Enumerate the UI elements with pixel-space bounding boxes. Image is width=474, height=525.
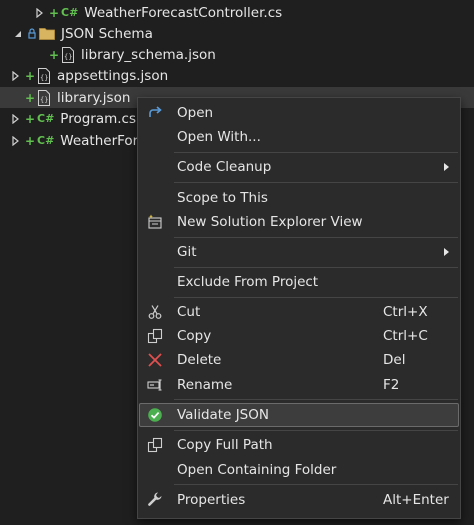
menu-item-cut[interactable]: Cut Ctrl+X (139, 300, 459, 324)
menu-separator (174, 484, 458, 485)
menu-separator (174, 152, 458, 153)
ide-window: + C# WeatherForecastController.cs JSON S… (0, 0, 474, 525)
copy-icon (147, 328, 163, 344)
csharp-file-icon: C# (37, 112, 55, 125)
tree-item-label: library.json (57, 89, 131, 106)
rename-icon (147, 377, 163, 393)
menu-shortcut: Alt+Enter (383, 492, 449, 508)
menu-item-delete[interactable]: Delete Del (139, 348, 459, 372)
open-arrow-icon (147, 105, 163, 121)
menu-label: Validate JSON (177, 407, 269, 423)
menu-label: Exclude From Project (177, 274, 319, 290)
tree-item-appsettings[interactable]: + {} appsettings.json (0, 65, 474, 86)
menu-item-copy-full-path[interactable]: Copy Full Path (139, 433, 459, 457)
menu-separator (174, 182, 458, 183)
svg-text:{}: {} (40, 74, 48, 82)
tree-item-weatherforecastcontroller[interactable]: + C# WeatherForecastController.cs (0, 2, 474, 23)
tree-item-label: Program.cs (60, 110, 137, 127)
menu-label: Delete (177, 352, 222, 368)
git-added-icon: + (49, 47, 60, 62)
menu-item-exclude-from-project[interactable]: Exclude From Project (139, 270, 459, 294)
menu-label: Cut (177, 304, 201, 320)
menu-item-copy[interactable]: Copy Ctrl+C (139, 324, 459, 348)
menu-label: Scope to This (177, 190, 268, 206)
expand-arrow-icon[interactable] (10, 113, 22, 125)
scissors-icon (147, 304, 163, 320)
submenu-arrow-icon (444, 163, 449, 171)
expand-arrow-icon[interactable] (10, 135, 22, 147)
menu-label: Properties (177, 492, 246, 508)
menu-item-properties[interactable]: Properties Alt+Enter (139, 488, 459, 512)
git-added-icon: + (49, 5, 60, 20)
git-added-icon: + (25, 133, 36, 148)
delete-x-icon (147, 352, 163, 368)
context-menu: Open Open With... Code Cleanup Scope to … (137, 97, 461, 519)
csharp-file-icon: C# (37, 134, 55, 147)
menu-separator (174, 399, 458, 400)
menu-label: Open (177, 105, 214, 121)
csharp-file-icon: C# (61, 6, 79, 19)
git-added-icon: + (25, 90, 36, 105)
menu-shortcut: F2 (383, 377, 400, 393)
menu-label: Copy Full Path (177, 437, 273, 453)
tree-item-library-schema[interactable]: + {} library_schema.json (0, 44, 474, 65)
menu-shortcut: Ctrl+C (383, 328, 428, 344)
submenu-arrow-icon (444, 248, 449, 256)
menu-separator (174, 237, 458, 238)
menu-label: New Solution Explorer View (177, 214, 363, 230)
menu-label: Rename (177, 377, 233, 393)
menu-item-scope-to-this[interactable]: Scope to This (139, 186, 459, 210)
menu-item-new-solution-explorer-view[interactable]: New Solution Explorer View (139, 210, 459, 234)
menu-label: Open Containing Folder (177, 462, 337, 478)
menu-label: Git (177, 244, 197, 260)
menu-label: Open With... (177, 129, 261, 145)
menu-separator (174, 297, 458, 298)
menu-item-open[interactable]: Open (139, 101, 459, 125)
expand-arrow-icon[interactable] (10, 70, 22, 82)
menu-item-rename[interactable]: Rename F2 (139, 373, 459, 397)
menu-shortcut: Del (383, 352, 406, 368)
tree-item-label: JSON Schema (61, 25, 153, 42)
tree-item-label: library_schema.json (81, 46, 216, 63)
menu-item-git[interactable]: Git (139, 240, 459, 264)
svg-text:{}: {} (64, 53, 72, 61)
git-added-icon: + (25, 68, 36, 83)
collapse-arrow-icon[interactable] (12, 28, 24, 40)
menu-item-code-cleanup[interactable]: Code Cleanup (139, 155, 459, 179)
menu-item-open-containing-folder[interactable]: Open Containing Folder (139, 458, 459, 482)
json-file-icon: {} (37, 89, 51, 106)
validate-check-icon (147, 407, 163, 423)
tree-item-label: WeatherForecastController.cs (84, 4, 283, 21)
expand-arrow-icon[interactable] (34, 7, 46, 19)
lock-icon (27, 28, 37, 39)
copy-path-icon (147, 437, 163, 453)
menu-label: Code Cleanup (177, 159, 272, 175)
menu-label: Copy (177, 328, 212, 344)
svg-text:{}: {} (40, 96, 48, 104)
tree-item-label: appsettings.json (57, 67, 169, 84)
new-view-icon (147, 214, 163, 230)
git-added-icon: + (25, 111, 36, 126)
json-file-icon: {} (37, 67, 51, 84)
menu-separator (174, 430, 458, 431)
json-file-icon: {} (61, 46, 75, 63)
menu-shortcut: Ctrl+X (383, 304, 428, 320)
menu-separator (174, 267, 458, 268)
tree-item-json-schema-folder[interactable]: JSON Schema (0, 23, 474, 44)
folder-icon (39, 27, 55, 40)
wrench-icon (147, 492, 163, 508)
menu-item-open-with[interactable]: Open With... (139, 125, 459, 149)
menu-item-validate-json[interactable]: Validate JSON (139, 403, 459, 427)
